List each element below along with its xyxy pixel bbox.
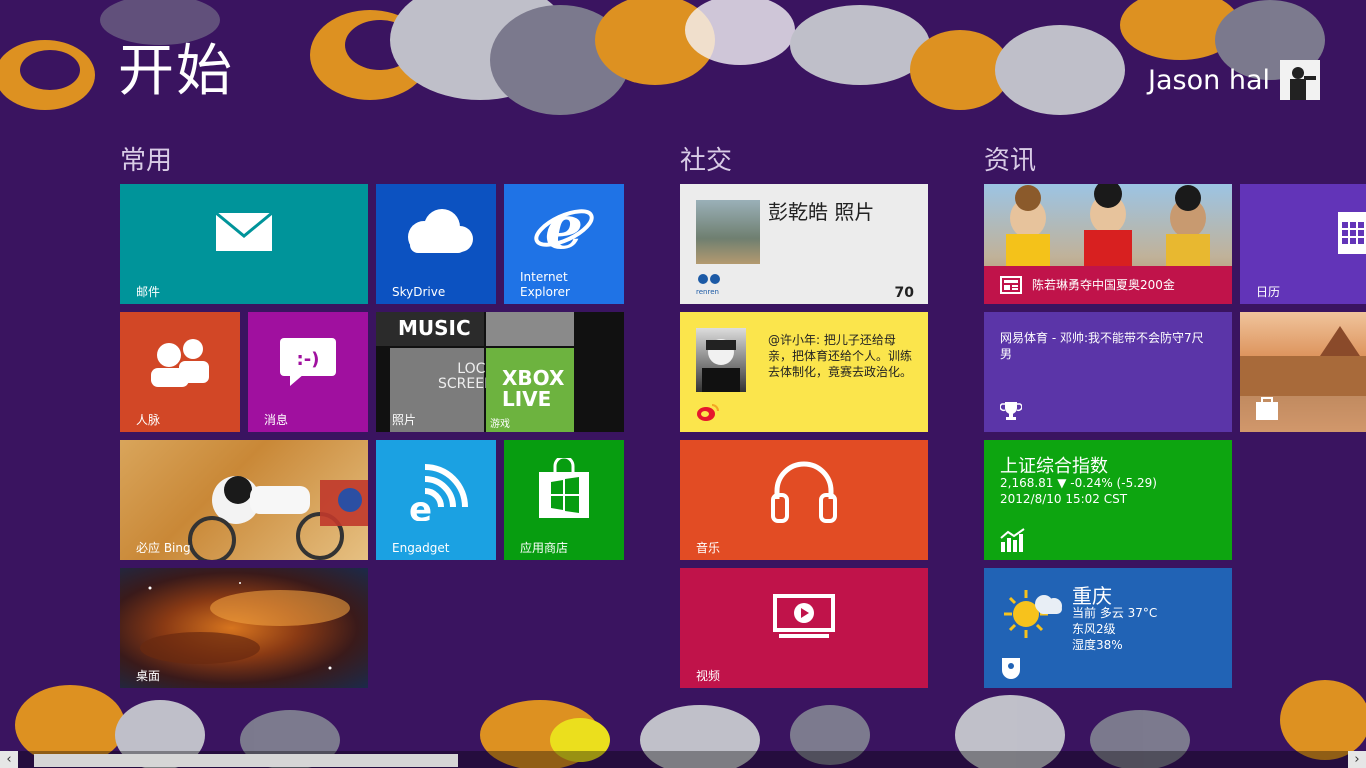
tile-finance[interactable]: 上证综合指数 2,168.81 ▼ -0.24% (-5.29) 2012/8/…	[984, 440, 1232, 560]
tile-label-line2: Explorer	[520, 285, 570, 299]
tile-skydrive[interactable]: SkyDrive	[376, 184, 496, 304]
cloud-icon	[408, 209, 473, 253]
photo-music: MUSIC	[376, 312, 484, 346]
renren-photo	[696, 200, 760, 264]
tile-label: Internet Explorer	[520, 270, 570, 300]
tile-label: 照片	[392, 413, 417, 427]
calendar-icon	[1338, 212, 1366, 254]
tile-photos[interactable]: MUSIC LOCK SCREEN XBOX LIVE 游戏 照片	[376, 312, 624, 432]
tile-label: Engadget	[392, 541, 450, 555]
tile-label: 必应 Bing	[136, 541, 191, 555]
tile-label: 日历	[1256, 285, 1281, 299]
store-bag-icon	[539, 458, 589, 518]
group-header-social[interactable]: 社交	[680, 140, 732, 177]
medalists-photo	[1006, 184, 1210, 268]
tile-sports[interactable]: 网易体育 - 邓帅:我不能带不会防守7尺男	[984, 312, 1232, 432]
weather-app-icon	[1002, 658, 1020, 679]
scroll-left-icon[interactable]: ‹	[0, 751, 18, 768]
group-header-common[interactable]: 常用	[120, 140, 172, 177]
tile-renren[interactable]: 彭乾皓 照片 renren 70	[680, 184, 928, 304]
trophy-icon	[1000, 402, 1022, 420]
xbox-line2: LIVE	[502, 387, 552, 411]
photo-thumb	[486, 312, 574, 346]
photo-xbox: XBOX LIVE 游戏	[486, 348, 574, 432]
tile-label: 桌面	[136, 669, 161, 683]
svg-text:e: e	[545, 198, 583, 256]
tile-label: 视频	[696, 669, 721, 683]
tile-weather[interactable]: 重庆 当前 多云 37°C 东风2级 湿度38%	[984, 568, 1232, 688]
tile-weibo[interactable]: @许小年: 把儿子还给母亲，把体育还给个人。训练去体制化，竟赛去政治化。	[680, 312, 928, 432]
finance-chart-icon	[1000, 528, 1025, 552]
news-caption-bar: 陈若琳勇夺中国夏奥200金	[984, 266, 1232, 304]
weibo-avatar	[696, 328, 746, 392]
xbox-live-text: XBOX LIVE	[502, 368, 564, 410]
tile-mail[interactable]: 邮件	[120, 184, 368, 304]
tile-news-photo[interactable]: 陈若琳勇夺中国夏奥200金	[984, 184, 1232, 304]
tile-desktop[interactable]: 桌面	[120, 568, 368, 688]
music-text: MUSIC	[398, 316, 471, 340]
weibo-post-text: @许小年: 把儿子还给母亲，把体育还给个人。训练去体制化，竟赛去政治化。	[768, 333, 913, 380]
tile-label: 音乐	[696, 541, 721, 555]
group-header-news[interactable]: 资讯	[984, 140, 1036, 177]
ie-logo-icon: e	[534, 198, 594, 256]
user-account[interactable]: Jason hal	[1148, 60, 1320, 100]
tile-label-line1: Internet	[520, 270, 568, 284]
tile-people[interactable]: 人脉	[120, 312, 240, 432]
finance-title: 上证综合指数	[1000, 456, 1108, 477]
renren-logo-text: renren	[696, 288, 719, 296]
scrollbar-thumb[interactable]	[34, 754, 458, 767]
user-name: Jason hal	[1148, 64, 1270, 96]
tile-label: SkyDrive	[392, 285, 446, 299]
tile-bing[interactable]: 必应 Bing	[120, 440, 368, 560]
parliament-photo	[1240, 326, 1366, 432]
weather-condition: 当前 多云 37°C	[1072, 606, 1158, 620]
headphones-icon	[771, 461, 837, 523]
video-icon	[773, 594, 835, 638]
news-caption: 陈若琳勇夺中国夏奥200金	[1032, 278, 1175, 292]
tile-music[interactable]: 音乐	[680, 440, 928, 560]
tile-travel[interactable]	[1240, 312, 1366, 432]
finance-time: 2012/8/10 15:02 CST	[1000, 492, 1128, 506]
people-icon	[151, 339, 209, 387]
tile-label: 消息	[264, 413, 289, 427]
tile-label: 邮件	[136, 285, 161, 299]
engadget-icon: e	[409, 464, 468, 521]
user-avatar	[1280, 60, 1320, 100]
start-title: 开始	[118, 39, 234, 104]
mail-icon	[215, 212, 273, 251]
renren-title: 彭乾皓 照片	[768, 200, 875, 224]
tile-internet-explorer[interactable]: e Internet Explorer	[504, 184, 624, 304]
news-icon	[1000, 276, 1022, 294]
games-text: 游戏	[490, 419, 510, 430]
scroll-right-icon[interactable]: ›	[1348, 751, 1366, 768]
tile-engadget[interactable]: e Engadget	[376, 440, 496, 560]
tile-store[interactable]: 应用商店	[504, 440, 624, 560]
weather-wind: 东风2级	[1072, 622, 1116, 636]
weather-humidity: 湿度38%	[1072, 638, 1123, 652]
messaging-icon: :-)	[280, 338, 336, 386]
sun-cloud-icon	[1004, 590, 1062, 638]
svg-text:e: e	[409, 490, 432, 521]
svg-text::-): :-)	[297, 349, 320, 370]
tile-messaging[interactable]: :-) 消息	[248, 312, 368, 432]
renren-count: 70	[894, 285, 914, 301]
tile-label: 应用商店	[520, 541, 569, 555]
horizontal-scrollbar[interactable]: ‹ ›	[0, 751, 1366, 768]
weibo-logo-icon	[696, 402, 720, 426]
tile-label: 人脉	[136, 413, 161, 427]
tile-calendar[interactable]: 日历	[1240, 184, 1366, 304]
tile-video[interactable]: 视频	[680, 568, 928, 688]
finance-value: 2,168.81 ▼ -0.24% (-5.29)	[1000, 476, 1157, 490]
sports-headline: 网易体育 - 邓帅:我不能带不会防守7尺男	[1000, 331, 1204, 362]
